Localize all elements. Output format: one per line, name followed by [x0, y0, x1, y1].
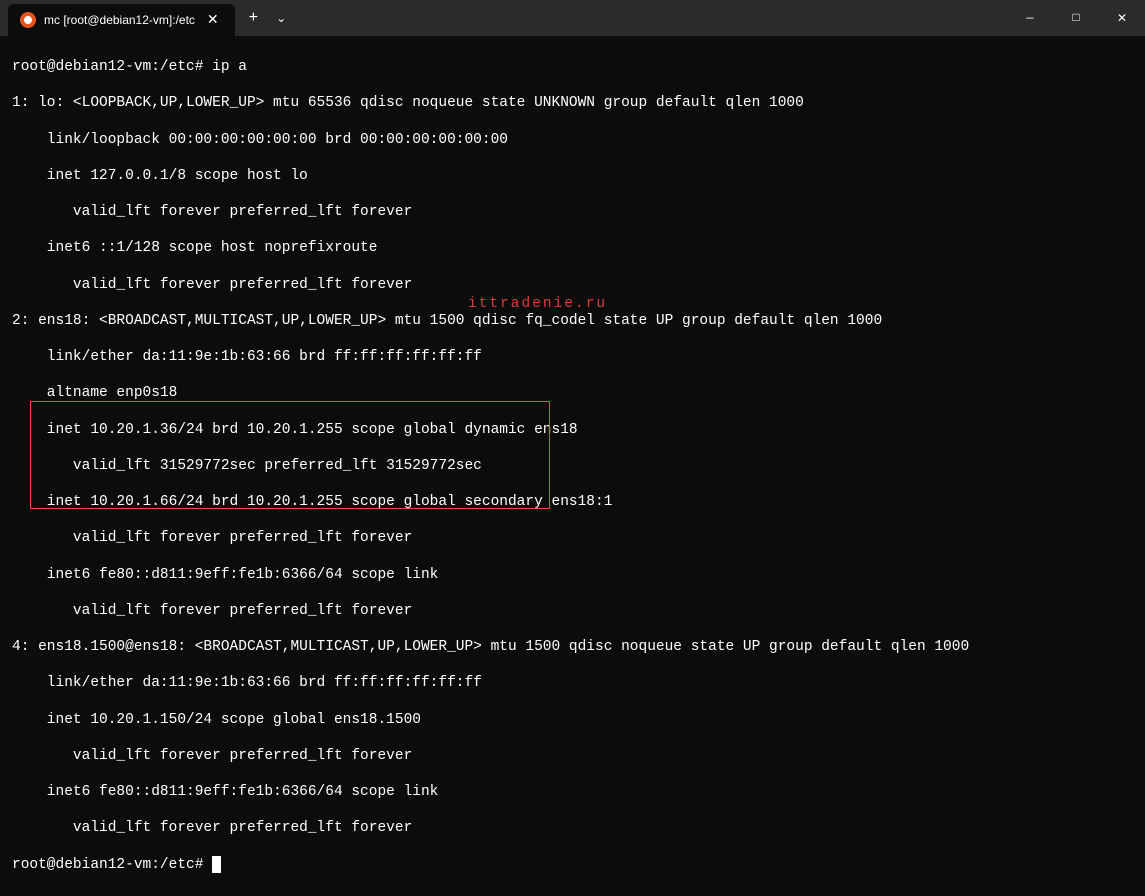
output-line: inet 10.20.1.66/24 brd 10.20.1.255 scope… — [12, 493, 1133, 511]
output-line: inet 10.20.1.36/24 brd 10.20.1.255 scope… — [12, 421, 1133, 439]
watermark-text: ittradenie.ru — [468, 296, 607, 312]
prompt-line: root@debian12-vm:/etc# ip a — [12, 58, 1133, 76]
output-line: inet6 fe80::d811:9eff:fe1b:6366/64 scope… — [12, 783, 1133, 801]
output-line: link/loopback 00:00:00:00:00:00 brd 00:0… — [12, 131, 1133, 149]
prompt-line: root@debian12-vm:/etc# — [12, 856, 1133, 874]
maximize-button[interactable]: □ — [1053, 0, 1099, 36]
output-line: altname enp0s18 — [12, 384, 1133, 402]
ubuntu-icon — [20, 12, 36, 28]
output-line: valid_lft forever preferred_lft forever — [12, 203, 1133, 221]
window-controls: — □ ✕ — [1007, 0, 1145, 36]
output-line: 2: ens18: <BROADCAST,MULTICAST,UP,LOWER_… — [12, 312, 1133, 330]
output-line: link/ether da:11:9e:1b:63:66 brd ff:ff:f… — [12, 348, 1133, 366]
new-tab-button[interactable]: + — [239, 3, 269, 33]
output-line: valid_lft forever preferred_lft forever — [12, 602, 1133, 620]
output-line: 1: lo: <LOOPBACK,UP,LOWER_UP> mtu 65536 … — [12, 94, 1133, 112]
titlebar: mc [root@debian12-vm]:/etc ✕ + ⌄ — □ ✕ — [0, 0, 1145, 36]
cursor — [212, 856, 221, 873]
tab-title: mc [root@debian12-vm]:/etc — [44, 13, 195, 27]
tab-close-button[interactable]: ✕ — [203, 10, 223, 31]
output-line: link/ether da:11:9e:1b:63:66 brd ff:ff:f… — [12, 674, 1133, 692]
output-line: valid_lft forever preferred_lft forever — [12, 747, 1133, 765]
output-line: valid_lft 31529772sec preferred_lft 3152… — [12, 457, 1133, 475]
output-line: inet6 fe80::d811:9eff:fe1b:6366/64 scope… — [12, 566, 1133, 584]
output-line: valid_lft forever preferred_lft forever — [12, 276, 1133, 294]
tab-dropdown-button[interactable]: ⌄ — [268, 5, 294, 32]
output-line: inet6 ::1/128 scope host noprefixroute — [12, 239, 1133, 257]
output-line: inet 10.20.1.150/24 scope global ens18.1… — [12, 711, 1133, 729]
minimize-button[interactable]: — — [1007, 0, 1053, 36]
output-line: valid_lft forever preferred_lft forever — [12, 819, 1133, 837]
output-line: inet 127.0.0.1/8 scope host lo — [12, 167, 1133, 185]
output-line: valid_lft forever preferred_lft forever — [12, 529, 1133, 547]
close-window-button[interactable]: ✕ — [1099, 0, 1145, 36]
terminal-tab[interactable]: mc [root@debian12-vm]:/etc ✕ — [8, 4, 235, 36]
output-line: 4: ens18.1500@ens18: <BROADCAST,MULTICAS… — [12, 638, 1133, 656]
terminal-output[interactable]: root@debian12-vm:/etc# ip a 1: lo: <LOOP… — [0, 36, 1145, 896]
